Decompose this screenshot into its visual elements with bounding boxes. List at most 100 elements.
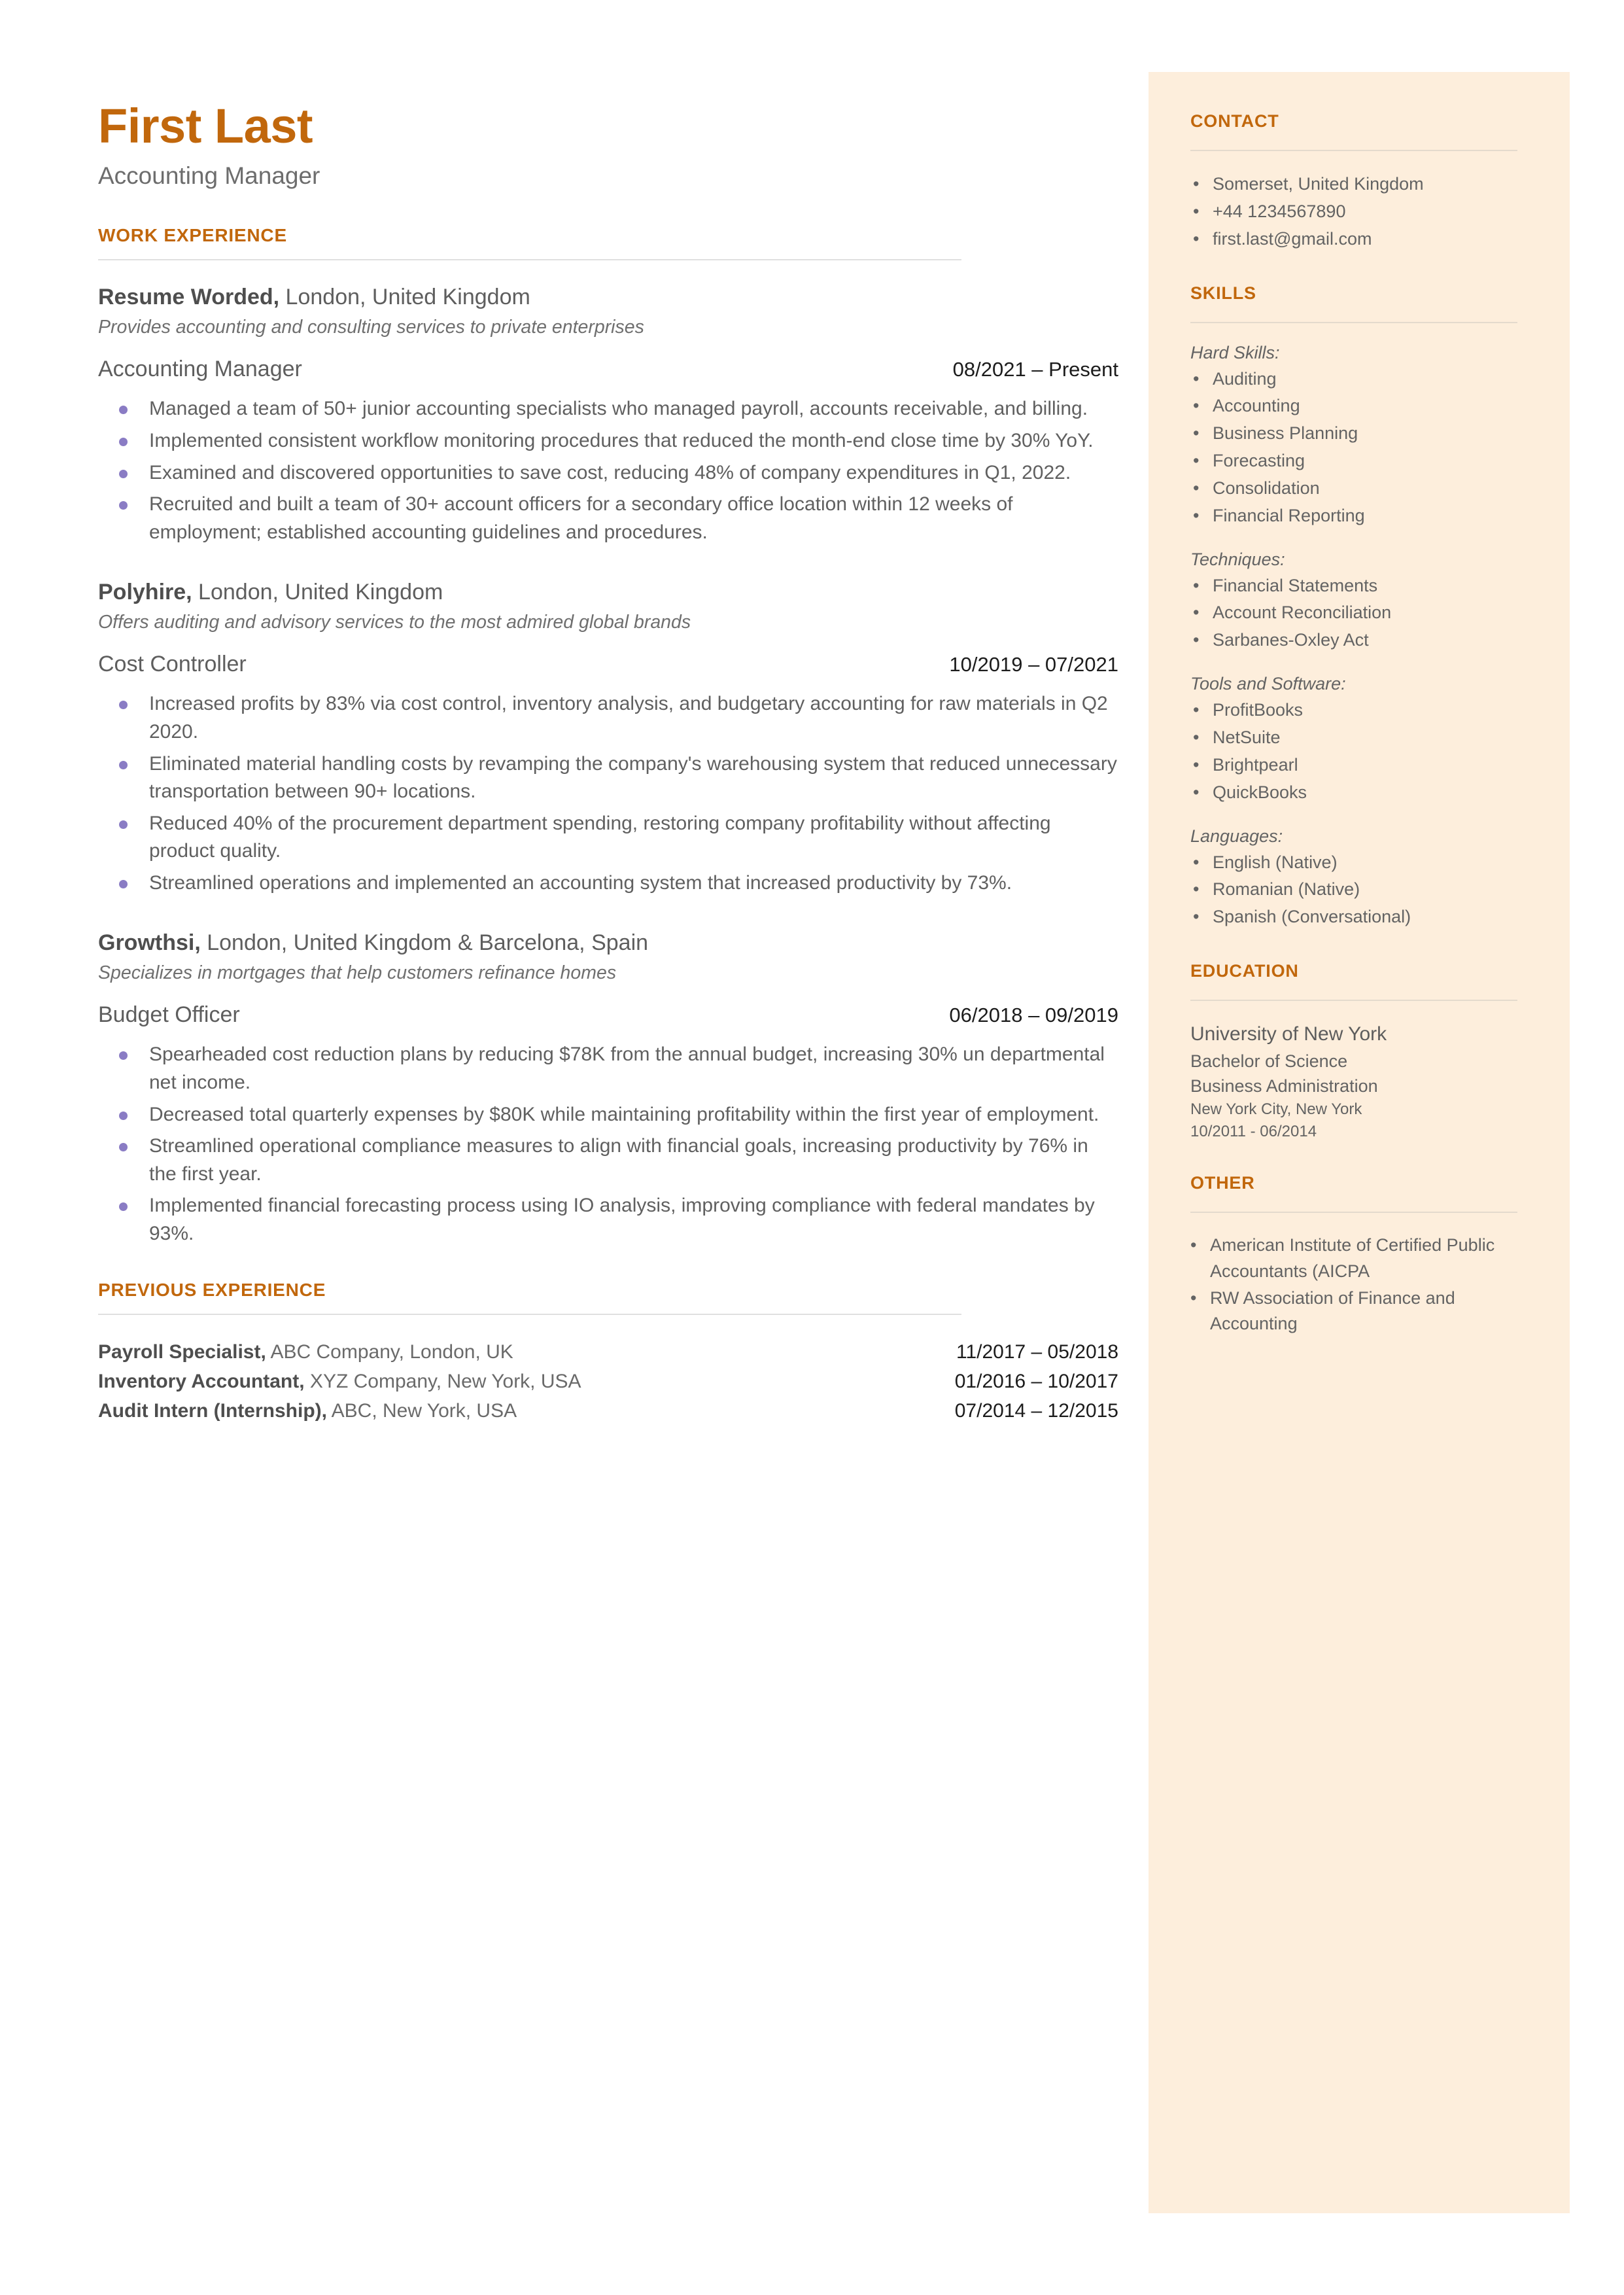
bullet-icon: • (1193, 754, 1200, 775)
skill-text: Spanish (Conversational) (1213, 907, 1411, 927)
other-list: • American Institute of Certified Public … (1190, 1233, 1544, 1337)
skill-text: Business Planning (1213, 423, 1358, 444)
skill-text: Forecasting (1213, 451, 1305, 471)
bullet-dot-icon (119, 1143, 128, 1152)
skill-group-label: Hard Skills: (1190, 342, 1280, 362)
skill-group-label: Tools and Software: (1190, 674, 1346, 694)
achievement-text: Eliminated material handling costs by re… (149, 752, 1117, 803)
achievement-item: Decreased total quarterly expenses by $8… (98, 1101, 1118, 1129)
skill-list: • English (Native) • Romanian (Native) • Sp… (1190, 849, 1544, 932)
achievement-text: Spearheaded cost reduction plans by redu… (149, 1043, 1105, 1093)
section-heading-work-experience: WORK EXPERIENCE (98, 225, 287, 246)
skill-text: NetSuite (1213, 727, 1281, 747)
achievement-text: Managed a team of 50+ junior accounting … (149, 398, 1088, 420)
skill-group-label: Techniques: (1190, 549, 1285, 569)
achievement-list: Managed a team of 50+ junior accounting … (98, 395, 1118, 546)
contact-item-email[interactable]: • first.last@gmail.com (1190, 226, 1544, 253)
bullet-dot-icon (119, 701, 128, 710)
skill-item: • Financial Reporting (1190, 502, 1544, 530)
company-location: London, United Kingdom (192, 580, 443, 605)
skill-text: Sarbanes-Oxley Act (1213, 630, 1369, 650)
role-row: Accounting Manager 08/2021 – Present (98, 357, 1118, 382)
other-item: • American Institute of Certified Public … (1190, 1233, 1544, 1284)
achievement-text: Streamlined operations and implemented a… (149, 871, 1012, 894)
skill-item: • ProfitBooks (1190, 697, 1544, 724)
achievement-list: Increased profits by 83% via cost contro… (98, 690, 1118, 897)
role-dates: 10/2019 – 07/2021 (949, 653, 1118, 676)
section-heading-education: EDUCATION (1190, 961, 1299, 981)
contact-item-phone[interactable]: • +44 1234567890 (1190, 198, 1544, 226)
achievement-item: Increased profits by 83% via cost contro… (98, 690, 1118, 746)
sidebar-column: CONTACT • Somerset, United Kingdom • +44 1… (1190, 111, 1544, 1367)
bullet-dot-icon (119, 438, 128, 446)
role-title: Cost Controller (98, 652, 247, 677)
experience-company-line: Resume Worded, London, United Kingdom (98, 283, 1118, 313)
achievement-text: Increased profits by 83% via cost contro… (149, 693, 1108, 743)
candidate-name: First Last (98, 99, 313, 153)
company-name: Growthsi, (98, 930, 201, 956)
previous-role-dates: 11/2017 – 05/2018 (956, 1340, 1118, 1363)
contact-text: Somerset, United Kingdom (1213, 174, 1424, 194)
previous-role-title: Inventory Accountant, (98, 1370, 305, 1392)
skill-item: • English (Native) (1190, 849, 1544, 877)
skill-text: QuickBooks (1213, 782, 1307, 802)
bullet-icon: • (1193, 228, 1200, 249)
education-location: New York City, New York (1190, 1100, 1362, 1119)
company-name: Resume Worded, (98, 285, 280, 310)
sidebar-section-contact: CONTACT • Somerset, United Kingdom • +44 1… (1190, 111, 1544, 253)
skill-item: • Forecasting (1190, 447, 1544, 475)
skill-group-languages: Languages: • English (Native) • Romanian (… (1190, 826, 1544, 932)
skill-item: • Business Planning (1190, 420, 1544, 447)
bullet-icon: • (1193, 174, 1200, 194)
education-degree: Bachelor of Science (1190, 1051, 1348, 1071)
role-row: Budget Officer 06/2018 – 09/2019 (98, 1002, 1118, 1028)
experience-entry: Polyhire, London, United Kingdom Offers … (98, 578, 1118, 897)
contact-text: first.last@gmail.com (1213, 228, 1372, 249)
bullet-icon: • (1193, 907, 1200, 927)
previous-experience-list: Payroll Specialist, ABC Company, London,… (98, 1337, 1118, 1426)
skill-text: Consolidation (1213, 478, 1320, 498)
achievement-text: Examined and discovered opportunities to… (149, 461, 1071, 483)
bullet-icon: • (1193, 478, 1200, 498)
achievement-item: Examined and discovered opportunities to… (98, 459, 1118, 487)
experience-company-line: Polyhire, London, United Kingdom (98, 578, 1118, 608)
sidebar-divider (1190, 1000, 1517, 1002)
skill-text: Accounting (1213, 396, 1300, 416)
bullet-icon: • (1193, 852, 1200, 872)
previous-role-line: Audit Intern (Internship), ABC, New York… (98, 1396, 517, 1426)
previous-experience-row: Audit Intern (Internship), ABC, New York… (98, 1396, 1118, 1426)
skill-item: • QuickBooks (1190, 779, 1544, 807)
skill-item: • Brightpearl (1190, 752, 1544, 779)
skill-item: • Spanish (Conversational) (1190, 903, 1544, 931)
skill-item: • Consolidation (1190, 475, 1544, 502)
achievement-text: Implemented consistent workflow monitori… (149, 430, 1094, 451)
role-dates: 08/2021 – Present (952, 358, 1118, 381)
skill-item: • Sarbanes-Oxley Act (1190, 627, 1544, 654)
contact-list: • Somerset, United Kingdom • +44 123456789… (1190, 171, 1544, 253)
previous-experience-row: Inventory Accountant, XYZ Company, New Y… (98, 1367, 1118, 1396)
company-description: Provides accounting and consulting servi… (98, 317, 644, 338)
skill-text: Romanian (Native) (1213, 879, 1360, 900)
achievement-text: Implemented financial forecasting proces… (149, 1195, 1095, 1244)
achievement-item: Streamlined operations and implemented a… (98, 869, 1118, 898)
experience-entry: Resume Worded, London, United Kingdom Pr… (98, 283, 1118, 546)
achievement-item: Eliminated material handling costs by re… (98, 750, 1118, 806)
other-text: American Institute of Certified Public A… (1210, 1235, 1495, 1281)
achievement-item: Streamlined operational compliance measu… (98, 1132, 1118, 1188)
bullet-icon: • (1193, 700, 1200, 720)
sidebar-divider (1190, 321, 1517, 323)
previous-role-dates: 01/2016 – 10/2017 (954, 1370, 1118, 1392)
contact-text: +44 1234567890 (1213, 201, 1346, 221)
previous-role-dates: 07/2014 – 12/2015 (954, 1399, 1118, 1422)
section-heading-skills: SKILLS (1190, 283, 1256, 303)
skill-item: • Account Reconciliation (1190, 599, 1544, 627)
achievement-list: Spearheaded cost reduction plans by redu… (98, 1041, 1118, 1248)
skill-item: • Accounting (1190, 393, 1544, 420)
other-item: • RW Association of Finance and Accountin… (1190, 1286, 1544, 1337)
main-column: First Last Accounting Manager WORK EXPER… (98, 101, 1118, 1426)
achievement-item: Implemented financial forecasting proces… (98, 1192, 1118, 1248)
previous-role-detail: ABC Company, London, UK (266, 1340, 513, 1363)
achievement-text: Reduced 40% of the procurement departmen… (149, 812, 1051, 862)
bullet-icon: • (1193, 630, 1200, 650)
bullet-dot-icon (119, 1202, 128, 1212)
